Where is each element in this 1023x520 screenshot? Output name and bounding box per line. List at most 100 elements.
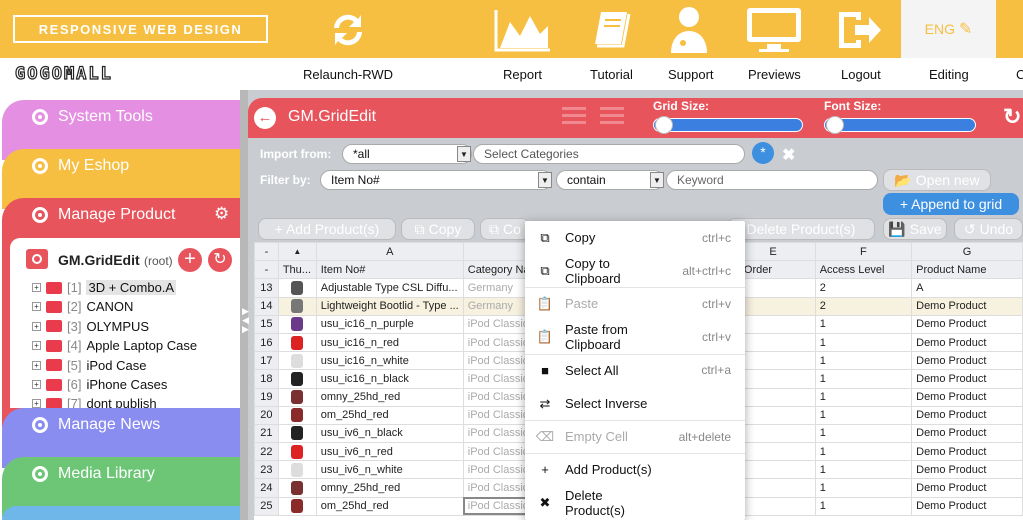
- context-menu-item[interactable]: ✖ Delete Product(s): [525, 487, 745, 520]
- item-no-cell[interactable]: usu_ic16_n_red: [315, 332, 464, 353]
- context-menu-item[interactable]: ⌫ Empty Cell alt+delete: [525, 420, 745, 453]
- column-letter[interactable]: F: [814, 242, 913, 262]
- menu-lines-icon[interactable]: [562, 107, 586, 125]
- category-select[interactable]: Select Categories: [473, 144, 745, 164]
- item-no-cell[interactable]: om_25hd_red: [315, 405, 464, 425]
- product-name-cell[interactable]: Demo Product: [911, 387, 1023, 407]
- nav-previews[interactable]: Previews: [748, 67, 801, 82]
- context-menu-item[interactable]: + Add Product(s): [525, 453, 745, 486]
- column-header[interactable]: Item No#: [315, 260, 464, 280]
- save-button[interactable]: 💾 Save: [883, 218, 947, 240]
- thumbnail[interactable]: [277, 314, 317, 334]
- nav-partial[interactable]: C: [1016, 67, 1023, 82]
- clear-icon[interactable]: ✖: [782, 145, 795, 165]
- copy-button[interactable]: ⧉ Copy: [401, 218, 475, 240]
- doctor-icon[interactable]: [664, 4, 714, 56]
- nav-tutorial[interactable]: Tutorial: [590, 67, 633, 82]
- tree-item[interactable]: + [2] CANON: [32, 297, 133, 316]
- context-menu-item[interactable]: ⧉ Copy ctrl+c: [525, 221, 745, 254]
- tree-item[interactable]: + [1] 3D + Combo.A: [32, 278, 177, 297]
- add-category-button[interactable]: +: [178, 248, 202, 272]
- access-level-cell[interactable]: 2: [814, 278, 913, 298]
- grid-size-slider[interactable]: [653, 118, 803, 132]
- row-number[interactable]: 20: [254, 405, 279, 425]
- access-level-cell[interactable]: 1: [814, 387, 913, 407]
- column-header[interactable]: Thu...: [277, 260, 317, 280]
- product-name-cell[interactable]: Demo Product: [911, 478, 1023, 498]
- row-number[interactable]: 15: [254, 314, 279, 334]
- sidebar-resize-handle[interactable]: [240, 90, 248, 520]
- row-number[interactable]: 24: [254, 478, 279, 498]
- expand-icon[interactable]: +: [32, 302, 41, 312]
- row-number[interactable]: 22: [254, 442, 279, 462]
- thumbnail[interactable]: [277, 496, 317, 516]
- gear-icon[interactable]: ⚙: [214, 204, 229, 224]
- refresh-icon[interactable]: [318, 4, 378, 56]
- refresh-tree-button[interactable]: ↻: [208, 248, 232, 272]
- thumbnail[interactable]: [277, 369, 317, 389]
- item-no-cell[interactable]: usu_ic16_n_black: [315, 369, 464, 389]
- sort-icon[interactable]: ▲: [277, 242, 317, 262]
- context-menu-item[interactable]: ⇄ Select Inverse: [525, 387, 745, 420]
- thumbnail[interactable]: [277, 332, 317, 353]
- chevron-down-icon[interactable]: ▼: [457, 146, 471, 162]
- nav-editing[interactable]: Editing: [929, 67, 969, 82]
- nav-support[interactable]: Support: [668, 67, 714, 82]
- product-name-cell[interactable]: Demo Product: [911, 369, 1023, 389]
- item-no-cell[interactable]: usu_ic16_n_white: [315, 351, 464, 371]
- row-number[interactable]: 13: [254, 278, 279, 298]
- open-new-button[interactable]: 📂 Open new: [883, 169, 991, 191]
- thumbnail[interactable]: [277, 387, 317, 407]
- back-arrow-icon[interactable]: ←: [254, 107, 276, 129]
- access-level-cell[interactable]: 1: [814, 496, 913, 516]
- nav-report[interactable]: Report: [503, 67, 542, 82]
- column-letter[interactable]: -: [254, 242, 279, 262]
- tree-item[interactable]: + [5] iPod Case: [32, 356, 146, 375]
- sidebar-next-section[interactable]: [2, 506, 242, 520]
- chevron-down-icon[interactable]: ▼: [538, 172, 552, 188]
- column-letter[interactable]: G: [911, 242, 1023, 262]
- item-no-cell[interactable]: usu_iv6_n_black: [315, 423, 464, 444]
- access-level-cell[interactable]: 1: [814, 369, 913, 389]
- product-name-cell[interactable]: Demo Product: [911, 496, 1023, 516]
- access-level-cell[interactable]: 1: [814, 351, 913, 371]
- nav-logout[interactable]: Logout: [841, 67, 881, 82]
- thumbnail[interactable]: [277, 296, 317, 316]
- import-select[interactable]: *all: [342, 144, 472, 164]
- context-menu-item[interactable]: ■ Select All ctrl+a: [525, 354, 745, 387]
- append-to-grid-button[interactable]: + Append to grid: [883, 193, 1019, 215]
- access-level-cell[interactable]: 1: [814, 423, 913, 444]
- logout-icon[interactable]: [833, 4, 885, 56]
- row-number[interactable]: 25: [254, 496, 279, 516]
- access-level-cell[interactable]: 1: [814, 314, 913, 334]
- item-no-cell[interactable]: om_25hd_red: [315, 496, 464, 516]
- copy-clipboard-button[interactable]: ⧉ Co: [480, 218, 530, 240]
- item-no-cell[interactable]: omny_25hd_red: [315, 387, 464, 407]
- access-level-cell[interactable]: 1: [814, 478, 913, 498]
- product-name-cell[interactable]: A: [911, 278, 1023, 298]
- row-number[interactable]: 14: [254, 296, 279, 316]
- monitor-icon[interactable]: [743, 4, 805, 56]
- context-menu-item[interactable]: ⧉ Copy to Clipboard alt+ctrl+c: [525, 254, 745, 287]
- thumbnail[interactable]: [277, 423, 317, 444]
- product-name-cell[interactable]: Demo Product: [911, 351, 1023, 371]
- filter-op-select[interactable]: contain: [556, 170, 664, 190]
- column-header[interactable]: Product Name: [911, 260, 1023, 280]
- reload-icon[interactable]: ↻: [1003, 104, 1021, 130]
- product-name-cell[interactable]: Demo Product: [911, 296, 1023, 316]
- chevron-down-icon[interactable]: ▼: [650, 172, 664, 188]
- filter-field-select[interactable]: Item No#: [320, 170, 552, 190]
- item-no-cell[interactable]: omny_25hd_red: [315, 478, 464, 498]
- keyword-input[interactable]: Keyword: [666, 170, 878, 190]
- access-level-cell[interactable]: 2: [814, 296, 913, 316]
- item-no-cell[interactable]: Adjustable Type CSL Diffu...: [315, 278, 464, 298]
- thumbnail[interactable]: [277, 460, 317, 480]
- access-level-cell[interactable]: 1: [814, 332, 913, 353]
- context-menu-item[interactable]: 📋 Paste ctrl+v: [525, 287, 745, 320]
- product-name-cell[interactable]: Demo Product: [911, 460, 1023, 480]
- access-level-cell[interactable]: 1: [814, 460, 913, 480]
- item-no-cell[interactable]: Lightweight Bootlid - Type ...: [315, 296, 464, 316]
- tree-item[interactable]: + [3] OLYMPUS: [32, 317, 149, 336]
- book-icon[interactable]: [583, 4, 643, 56]
- thumbnail[interactable]: [277, 478, 317, 498]
